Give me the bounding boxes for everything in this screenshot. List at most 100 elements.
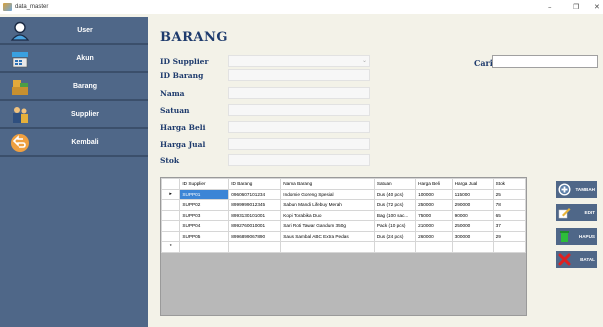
table-cell[interactable]: SUPP04 — [179, 220, 230, 232]
column-header[interactable]: ID Barang — [228, 178, 282, 190]
table-cell[interactable] — [415, 241, 453, 253]
satuan-label: Satuan — [160, 106, 190, 115]
column-header[interactable]: ID Supplier — [179, 178, 230, 190]
minimize-button[interactable]: – — [548, 1, 552, 13]
table-cell[interactable]: Dus (72 pcs) — [373, 199, 417, 211]
table-cell[interactable] — [280, 241, 375, 253]
data-grid[interactable]: ID Supplier ID Barang Nama Barang Satuan… — [160, 177, 527, 316]
row-header-corner — [161, 178, 181, 190]
table-cell[interactable]: SUPP01 — [179, 188, 230, 200]
table-cell[interactable] — [179, 241, 230, 253]
sidebar-item-user[interactable]: User — [0, 17, 148, 45]
search-input[interactable] — [492, 55, 598, 68]
hapus-label: HAPUS — [578, 234, 595, 239]
table-cell[interactable]: 8993130101001 — [228, 209, 282, 221]
table-cell[interactable]: 300000 — [451, 230, 494, 242]
hapus-button[interactable]: HAPUS — [556, 228, 597, 245]
column-header[interactable]: Nama Barang — [280, 178, 375, 190]
maximize-button[interactable]: ❐ — [573, 1, 579, 13]
nama-field[interactable] — [228, 87, 370, 99]
tambah-button[interactable]: TAMBAH — [556, 181, 597, 198]
table-row[interactable]: SUPP02 8999999012345 Sabun Mandi Lifebuy… — [161, 199, 526, 211]
stok-label: Stok — [160, 156, 180, 165]
table-cell[interactable]: 100000 — [415, 188, 453, 200]
table-cell[interactable]: 250000 — [451, 220, 494, 232]
close-button[interactable]: ✕ — [594, 1, 603, 13]
window-title: data_master — [15, 4, 49, 10]
table-cell[interactable] — [492, 241, 526, 253]
table-row[interactable]: SUPP04 8992760010001 Sari Roti Tawar Gan… — [161, 220, 526, 232]
tambah-label: TAMBAH — [575, 187, 595, 192]
sidebar: User Akun Barang Supplier Kembali — [0, 17, 148, 327]
table-cell[interactable]: 8992760010001 — [228, 220, 282, 232]
sidebar-item-kembali[interactable]: Kembali — [0, 129, 148, 157]
table-cell[interactable]: 8999999012345 — [228, 199, 282, 211]
harga-beli-field[interactable] — [228, 121, 370, 133]
table-cell[interactable] — [373, 241, 417, 253]
box-icon — [12, 80, 28, 95]
table-cell[interactable]: 78 — [492, 199, 526, 211]
table-row[interactable]: SUPP05 8996899067890 Saus Sambal ABC Ext… — [161, 230, 526, 242]
table-cell[interactable]: 115000 — [451, 188, 494, 200]
id-supplier-combobox[interactable]: ⌄ — [228, 55, 370, 67]
table-cell[interactable]: 260000 — [415, 230, 453, 242]
edit-label: EDIT — [584, 210, 595, 215]
sidebar-item-label: Kembali — [71, 138, 99, 146]
cancel-icon — [558, 253, 571, 266]
table-cell[interactable]: 290000 — [451, 199, 494, 211]
new-row[interactable]: * — [161, 241, 526, 253]
table-cell[interactable]: Indomie Goreng Spesial — [280, 188, 375, 200]
table-cell[interactable]: Dus (24 pcs) — [373, 230, 417, 242]
batal-button[interactable]: BATAL — [556, 251, 597, 268]
title-bar: data_master – ❐ ✕ — [0, 0, 603, 14]
satuan-field[interactable] — [228, 104, 370, 116]
app-icon — [3, 3, 12, 11]
table-cell[interactable]: 90000 — [451, 209, 494, 221]
table-cell[interactable]: SUPP03 — [179, 209, 230, 221]
new-row-icon: * — [161, 241, 181, 253]
table-cell[interactable]: Sari Roti Tawar Gandum 350g — [280, 220, 375, 232]
table-cell[interactable]: Dus (40 pcs) — [373, 188, 417, 200]
table-cell[interactable]: 75000 — [415, 209, 453, 221]
column-header[interactable]: Satuan — [373, 178, 417, 190]
table-cell[interactable]: Sabun Mandi Lifebuy Merah — [280, 199, 375, 211]
table-row[interactable]: SUPP03 8993130101001 Kopi Torabika Duo B… — [161, 209, 526, 221]
sidebar-item-supplier[interactable]: Supplier — [0, 101, 148, 129]
table-cell[interactable]: 65 — [492, 209, 526, 221]
back-icon — [11, 134, 29, 152]
sidebar-item-label: Supplier — [70, 110, 99, 118]
table-cell[interactable]: Kopi Torabika Duo — [280, 209, 375, 221]
table-row[interactable]: ▸ SUPP01 0960607101234 Indomie Goreng Sp… — [161, 188, 526, 200]
table-cell[interactable]: 250000 — [415, 199, 453, 211]
sidebar-item-akun[interactable]: Akun — [0, 45, 148, 73]
table-cell[interactable] — [228, 241, 282, 253]
table-cell[interactable]: Pack (10 pcs) — [373, 220, 417, 232]
table-cell[interactable]: Saus Sambal ABC Extra Pedas — [280, 230, 375, 242]
table-cell[interactable]: SUPP05 — [179, 230, 230, 242]
column-header[interactable]: Harga Jual — [451, 178, 494, 190]
column-header[interactable]: Harga Beli — [415, 178, 453, 190]
column-header[interactable]: Stok — [492, 178, 526, 190]
table-cell[interactable]: 0960607101234 — [228, 188, 282, 200]
stok-field[interactable] — [228, 154, 370, 166]
harga-jual-field[interactable] — [228, 138, 370, 150]
user-icon — [10, 21, 30, 41]
table-cell[interactable]: 8996899067890 — [228, 230, 282, 242]
sidebar-item-label: Barang — [72, 82, 98, 90]
add-icon — [558, 183, 571, 196]
table-cell[interactable]: 25 — [492, 188, 526, 200]
table-cell[interactable]: SUPP02 — [179, 199, 230, 211]
table-cell[interactable]: Bag (100 sac... — [373, 209, 417, 221]
id-barang-field[interactable] — [228, 69, 370, 81]
sidebar-item-barang[interactable]: Barang — [0, 73, 148, 101]
table-cell[interactable]: 29 — [492, 230, 526, 242]
chevron-down-icon[interactable]: ⌄ — [362, 57, 367, 64]
table-cell[interactable] — [451, 241, 494, 253]
row-header — [161, 199, 181, 211]
edit-button[interactable]: EDIT — [556, 204, 597, 221]
table-cell[interactable]: 210000 — [415, 220, 453, 232]
row-indicator-icon: ▸ — [161, 188, 181, 200]
table-cell[interactable]: 37 — [492, 220, 526, 232]
sidebar-item-label: User — [77, 26, 93, 34]
sidebar-item-label: Akun — [76, 54, 94, 62]
